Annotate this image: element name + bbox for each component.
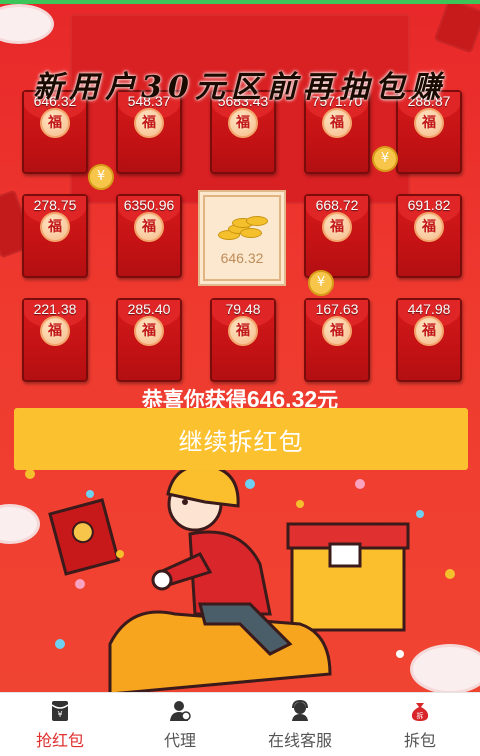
fu-seal-icon: 福 xyxy=(322,212,352,242)
continue-open-button[interactable]: 继续拆红包 xyxy=(14,408,468,470)
tab-agent[interactable]: 代理 xyxy=(120,693,240,756)
svg-text:¥: ¥ xyxy=(57,710,62,719)
fu-seal-icon: 福 xyxy=(414,316,444,346)
fu-seal-icon: 福 xyxy=(40,212,70,242)
agent-icon xyxy=(168,699,192,723)
red-packet[interactable]: 668.72 福 xyxy=(304,194,370,278)
red-packet[interactable]: 447.98 福 xyxy=(396,298,462,382)
packet-amount: 79.48 xyxy=(225,301,261,317)
tab-label: 拆包 xyxy=(403,733,436,750)
red-packet[interactable]: 79.48 福 xyxy=(210,298,276,382)
gold-coins-icon xyxy=(218,214,268,244)
fu-seal-icon: 福 xyxy=(322,108,352,138)
tab-open[interactable]: 拆拆包 xyxy=(360,693,480,756)
floating-coin-icon: ¥ xyxy=(88,164,114,190)
tab-label: 代理 xyxy=(163,733,196,750)
packet-amount: 278.75 xyxy=(33,197,77,213)
packet-amount: 6350.96 xyxy=(123,197,175,213)
red-packet[interactable]: 285.40 福 xyxy=(116,298,182,382)
opened-packet-amount: 646.32 xyxy=(220,250,264,266)
fu-seal-icon: 福 xyxy=(40,108,70,138)
tab-support[interactable]: 在线客服 xyxy=(240,693,360,756)
background-envelope xyxy=(433,4,480,54)
fu-seal-icon: 福 xyxy=(322,316,352,346)
delivery-rider-illustration xyxy=(25,460,455,692)
fu-seal-icon: 福 xyxy=(134,212,164,242)
fu-seal-icon: 福 xyxy=(134,316,164,346)
red-packet[interactable]: 278.75 福 xyxy=(22,194,88,278)
money-bag-icon: 拆 xyxy=(408,699,432,723)
floating-coin-icon: ¥ xyxy=(308,270,334,296)
fu-seal-icon: 福 xyxy=(414,212,444,242)
floating-coin-icon: ¥ xyxy=(372,146,398,172)
headset-icon xyxy=(288,699,312,723)
packet-amount: 447.98 xyxy=(407,301,451,317)
svg-text:拆: 拆 xyxy=(417,711,424,720)
tab-label: 在线客服 xyxy=(267,733,332,750)
bottom-tab-bar: ¥ 抢红包 代理 在线客服 拆拆包 xyxy=(0,692,480,756)
fu-seal-icon: 福 xyxy=(228,316,258,346)
decorative-cloud xyxy=(0,4,54,44)
red-packet[interactable]: 167.63 福 xyxy=(304,298,370,382)
tab-grab[interactable]: ¥ 抢红包 xyxy=(0,693,120,756)
red-packet[interactable]: 221.38 福 xyxy=(22,298,88,382)
packet-amount: 167.63 xyxy=(315,301,359,317)
fu-seal-icon: 福 xyxy=(40,316,70,346)
tab-label: 抢红包 xyxy=(35,733,84,750)
opened-red-packet: 646.32 xyxy=(198,190,286,286)
red-packet-stage: 新用户30元区前再抽包赚 646.32 福 548.37 福 5683.43 福 7571.… xyxy=(0,4,480,692)
red-packet[interactable]: 6350.96 福 xyxy=(116,194,182,278)
fu-seal-icon: 福 xyxy=(228,108,258,138)
packet-amount: 221.38 xyxy=(33,301,77,317)
red-envelope-icon: ¥ xyxy=(48,699,72,723)
packet-amount: 285.40 xyxy=(127,301,171,317)
packet-amount: 691.82 xyxy=(407,197,451,213)
packet-amount: 668.72 xyxy=(315,197,359,213)
fu-seal-icon: 福 xyxy=(414,108,444,138)
red-packet[interactable]: 691.82 福 xyxy=(396,194,462,278)
fu-seal-icon: 福 xyxy=(134,108,164,138)
promo-banner-title: 新用户30元区前再抽包赚 xyxy=(33,70,447,105)
